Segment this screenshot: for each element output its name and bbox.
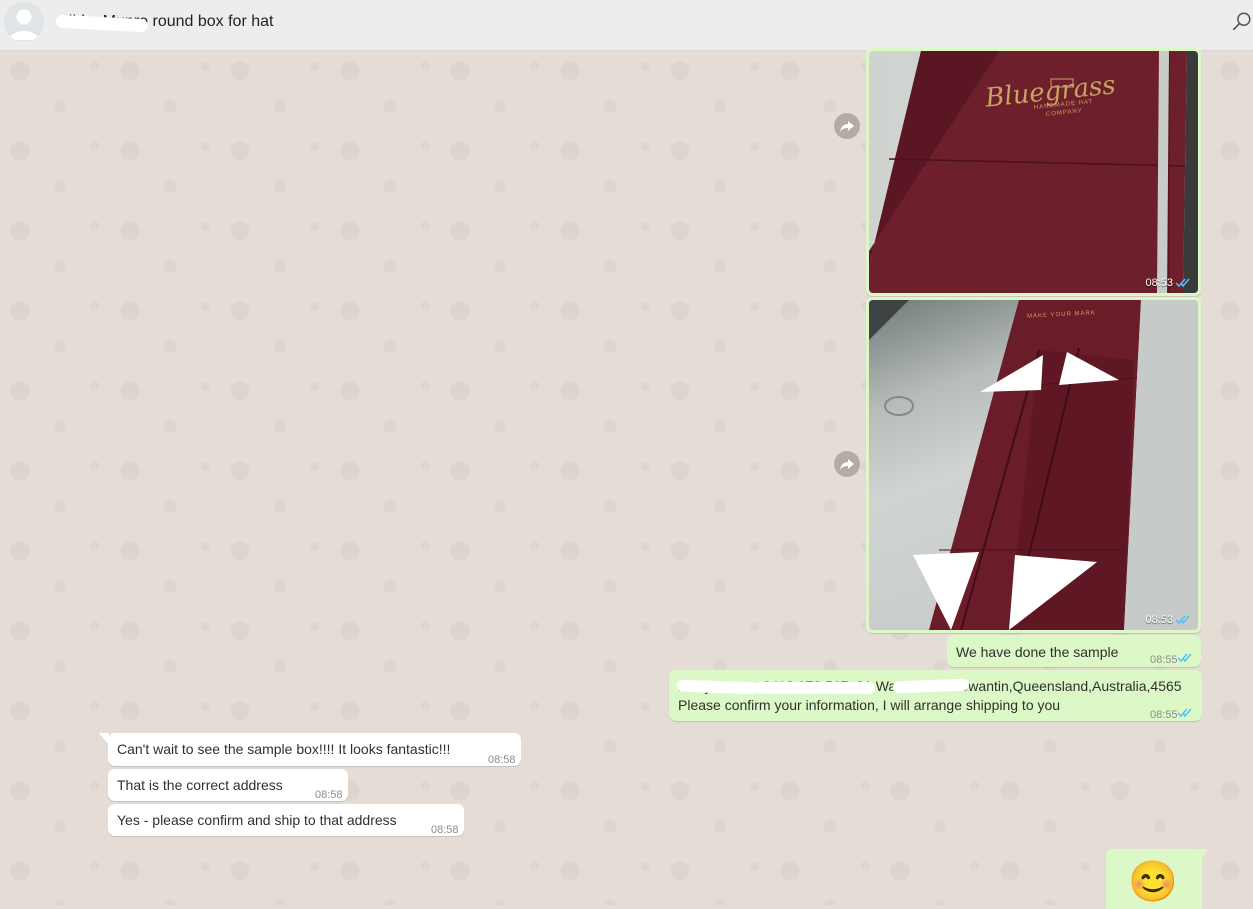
message-time: 08:58 [431, 824, 459, 836]
image-message[interactable]: Bluegrass HANDMADE HAT COMPANY 08:53 [866, 48, 1201, 296]
outgoing-message[interactable]: We have done the sample 08:55 [947, 635, 1201, 667]
forward-button[interactable] [834, 113, 860, 139]
incoming-message[interactable]: Can't wait to see the sample box!!!! It … [108, 733, 521, 766]
double-check-icon [1177, 708, 1192, 718]
image-message[interactable]: MAKE YOUR MARK 08:53 [866, 297, 1201, 633]
redaction-mark [755, 682, 875, 694]
photo-box-open[interactable]: MAKE YOUR MARK 08:53 [869, 300, 1198, 630]
search-icon[interactable] [1231, 11, 1253, 33]
forward-icon [840, 459, 854, 470]
message-time: 08:58 [315, 789, 343, 801]
emoji: 😊 [1128, 860, 1178, 904]
message-time: 08:58 [488, 754, 516, 766]
message-time: 08:53 [1145, 277, 1173, 289]
outgoing-emoji-message[interactable]: 😊 [1106, 849, 1202, 909]
double-check-icon [1175, 278, 1190, 288]
message-time: 08:55 [1150, 709, 1178, 721]
incoming-message[interactable]: That is the correct address 08:58 [108, 769, 348, 801]
incoming-message[interactable]: Yes - please confirm and ship to that ad… [108, 804, 464, 836]
double-check-icon [1175, 615, 1190, 625]
forward-icon [840, 121, 854, 132]
avatar-icon [9, 9, 39, 40]
message-text-line-2: Please confirm your information, I will … [678, 697, 1061, 713]
message-text: Yes - please confirm and ship to that ad… [117, 812, 397, 828]
message-text: That is the correct address [117, 777, 283, 793]
photo-open-box [869, 300, 1198, 630]
message-time: 08:53 [1145, 614, 1173, 626]
forward-button[interactable] [834, 451, 860, 477]
outgoing-message[interactable]: Libby Munro, 0412 173 567, 21 Ward Stree… [669, 670, 1202, 721]
chat-header[interactable]: Libby Munro round box for hat [0, 0, 1253, 51]
message-text: We have done the sample [956, 644, 1119, 660]
message-text: Can't wait to see the sample box!!!! It … [117, 741, 451, 757]
double-check-icon [1177, 653, 1192, 663]
photo-box-top[interactable]: Bluegrass HANDMADE HAT COMPANY 08:53 [869, 51, 1198, 293]
message-time: 08:55 [1150, 654, 1178, 666]
avatar[interactable] [4, 2, 44, 42]
